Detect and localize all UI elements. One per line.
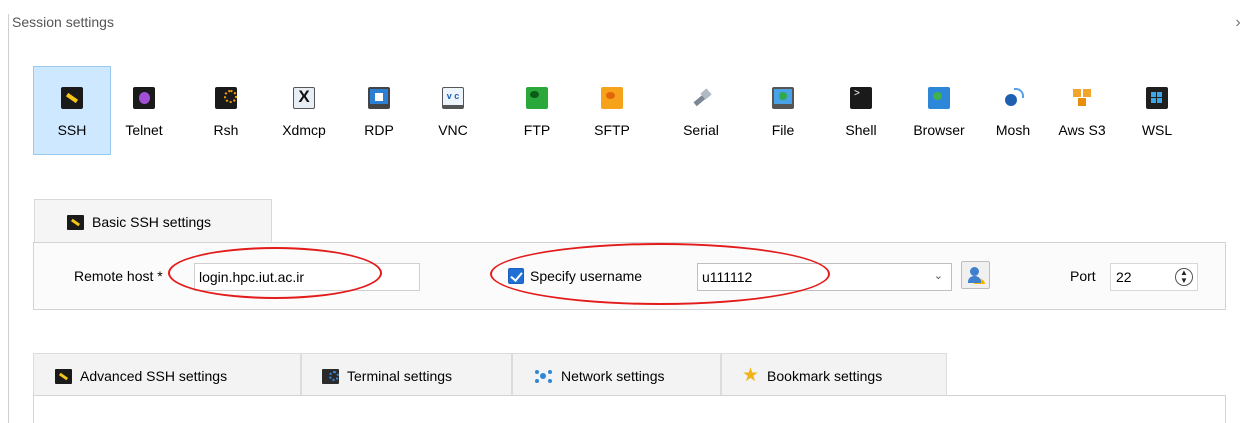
protocol-rdp-button[interactable]: RDP xyxy=(356,66,402,155)
protocol-rsh-button[interactable]: Rsh xyxy=(203,66,249,155)
key-icon xyxy=(55,368,72,384)
mosh-satellite-icon xyxy=(1002,87,1024,109)
protocol-label: Shell xyxy=(845,122,877,138)
protocol-label: Browser xyxy=(913,122,965,138)
ftp-globe-icon xyxy=(526,87,548,109)
protocol-label: SFTP xyxy=(594,122,630,138)
shell-terminal-icon xyxy=(850,87,872,109)
protocol-label: Aws S3 xyxy=(1058,122,1106,138)
tab-terminal-settings[interactable]: Terminal settings xyxy=(301,353,512,395)
tab-basic-ssh-settings[interactable]: Basic SSH settings xyxy=(34,199,272,242)
star-icon: ★ xyxy=(742,365,760,387)
protocol-wsl-button[interactable]: WSL xyxy=(1133,66,1181,155)
protocol-serial-button[interactable]: Serial xyxy=(675,66,727,155)
tab-label: Basic SSH settings xyxy=(92,214,212,231)
protocol-vnc-button[interactable]: VNC xyxy=(430,66,476,155)
xdmcp-icon xyxy=(293,87,315,109)
file-monitor-icon xyxy=(772,87,794,109)
protocol-label: FTP xyxy=(523,122,551,138)
port-value: 22 xyxy=(1116,269,1132,285)
tab-label: Network settings xyxy=(561,368,665,385)
protocol-label: Telnet xyxy=(125,122,163,138)
user-manager-icon[interactable] xyxy=(961,261,990,289)
key-icon xyxy=(67,214,84,230)
terminal-icon xyxy=(322,368,339,384)
window-title: Session settings xyxy=(12,14,114,30)
protocol-label: File xyxy=(771,122,795,138)
protocol-xdmcp-button[interactable]: Xdmcp xyxy=(276,66,332,155)
protocol-file-button[interactable]: File xyxy=(761,66,805,155)
advanced-settings-panel xyxy=(33,395,1226,423)
protocol-label: RDP xyxy=(364,122,394,138)
protocol-telnet-button[interactable]: Telnet xyxy=(118,66,170,155)
protocol-ftp-button[interactable]: FTP xyxy=(515,66,559,155)
telnet-icon xyxy=(133,87,155,109)
sftp-globe-icon xyxy=(601,87,623,109)
protocol-aws-s3-button[interactable]: Aws S3 xyxy=(1047,66,1117,155)
vnc-icon xyxy=(442,87,464,109)
protocol-shell-button[interactable]: Shell xyxy=(837,66,885,155)
protocol-browser-button[interactable]: Browser xyxy=(901,66,977,155)
tab-label: Advanced SSH settings xyxy=(80,368,228,385)
username-combobox[interactable]: u111112 ⌄ xyxy=(697,263,952,291)
close-icon[interactable]: › xyxy=(1231,14,1245,32)
protocol-toolbar: SSH Telnet Rsh Xdmcp RDP VNC FTP SFTP Se… xyxy=(33,66,1213,155)
rsh-icon xyxy=(215,87,237,109)
network-icon xyxy=(533,368,553,384)
protocol-mosh-button[interactable]: Mosh xyxy=(988,66,1038,155)
port-spinbox[interactable]: 22 ▲ ▼ xyxy=(1110,263,1198,291)
protocol-ssh-button[interactable]: SSH xyxy=(33,66,111,155)
window-left-border xyxy=(8,14,9,423)
specify-username-checkbox[interactable] xyxy=(508,268,524,284)
browser-globe-icon xyxy=(928,87,950,109)
port-label: Port xyxy=(1070,268,1096,284)
tab-advanced-ssh-settings[interactable]: Advanced SSH settings xyxy=(33,353,301,395)
protocol-sftp-button[interactable]: SFTP xyxy=(587,66,637,155)
aws-s3-icon xyxy=(1071,87,1093,109)
protocol-label: Serial xyxy=(683,122,719,138)
protocol-label: Mosh xyxy=(995,122,1031,138)
tab-label: Bookmark settings xyxy=(767,368,883,385)
protocol-label: Xdmcp xyxy=(282,122,326,138)
ssh-key-icon xyxy=(61,87,83,109)
wsl-windows-icon xyxy=(1146,87,1168,109)
specify-username-label: Specify username xyxy=(530,268,643,284)
tab-bookmark-settings[interactable]: ★ Bookmark settings xyxy=(721,353,947,395)
remote-host-input[interactable] xyxy=(194,263,420,291)
chevron-down-icon[interactable]: ⌄ xyxy=(934,269,943,282)
spin-arrows-icon[interactable]: ▲ ▼ xyxy=(1175,268,1193,286)
tab-network-settings[interactable]: Network settings xyxy=(512,353,721,395)
rdp-icon xyxy=(368,87,390,109)
tab-label: Terminal settings xyxy=(347,368,453,385)
serial-plug-icon xyxy=(690,87,712,109)
remote-host-label: Remote host * xyxy=(74,268,163,284)
protocol-label: Rsh xyxy=(213,122,239,138)
protocol-label: VNC xyxy=(438,122,468,138)
protocol-label: SSH xyxy=(57,122,87,138)
protocol-label: WSL xyxy=(1141,122,1173,138)
username-value: u111112 xyxy=(702,269,753,285)
